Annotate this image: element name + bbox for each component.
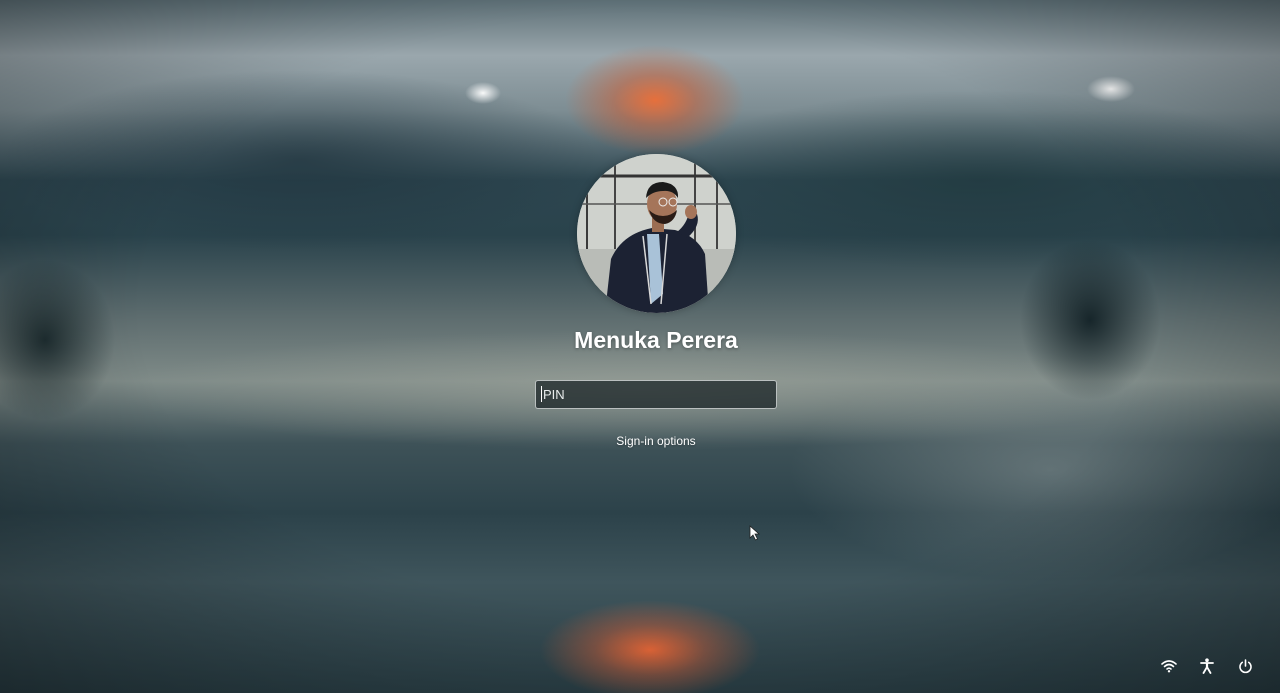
user-avatar	[577, 154, 736, 313]
lock-screen: Menuka Perera Sign-in options	[0, 0, 1280, 693]
mouse-pointer-icon	[749, 525, 761, 541]
accessibility-icon[interactable]	[1197, 656, 1217, 676]
power-icon[interactable]	[1235, 656, 1255, 676]
text-caret	[541, 386, 542, 402]
user-name: Menuka Perera	[574, 327, 738, 353]
wifi-icon[interactable]	[1159, 656, 1179, 676]
pin-input[interactable]	[536, 381, 776, 408]
pin-field-container	[535, 380, 777, 409]
sign-in-options-link[interactable]: Sign-in options	[0, 434, 1280, 448]
